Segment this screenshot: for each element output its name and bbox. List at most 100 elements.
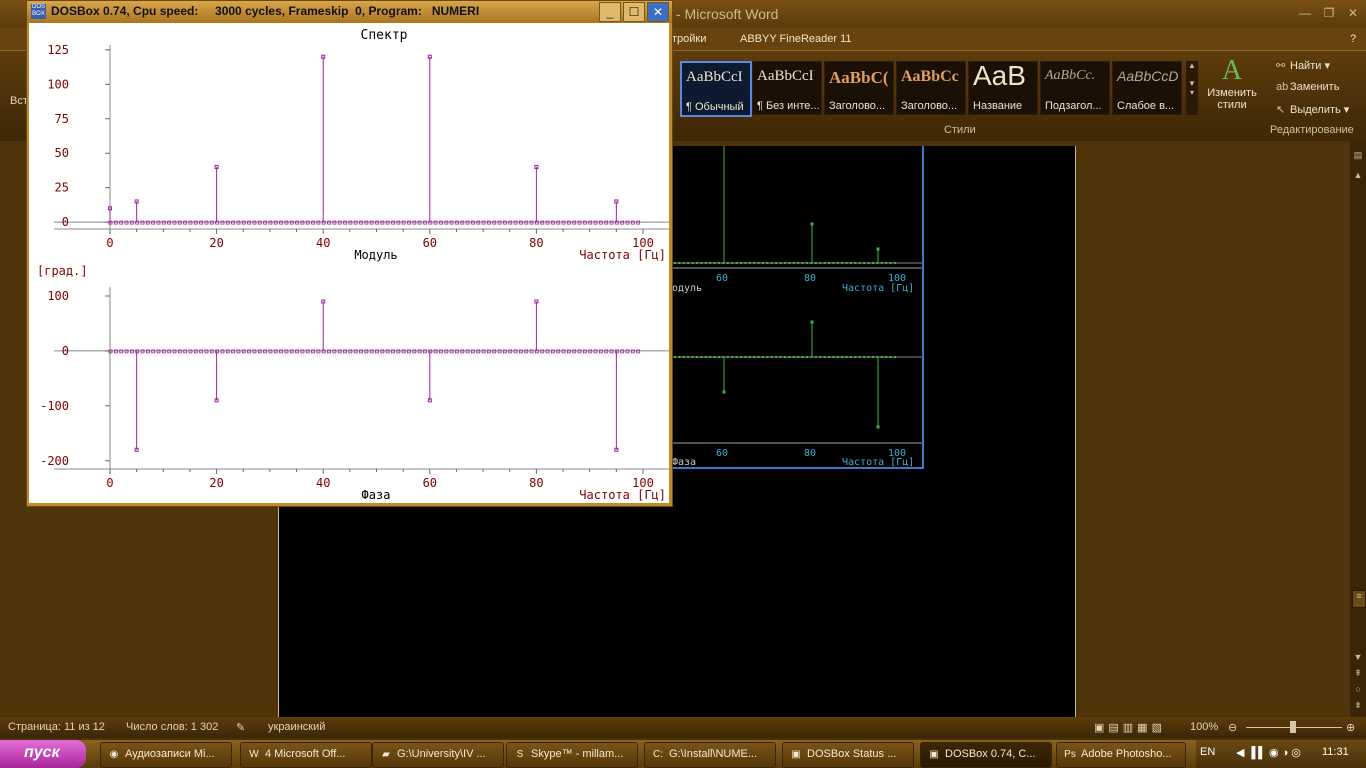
embed-baseline-dot (762, 262, 764, 264)
dosbox-title-bar[interactable]: DOS BOX DOSBox 0.74, Cpu speed: 3000 cyc… (27, 1, 672, 23)
taskbar-item[interactable]: ◉ Аудиозаписи Mi... (100, 742, 232, 768)
scroll-thumb[interactable]: ≡ (1352, 590, 1366, 608)
embed-caption-bottom: Фаза (672, 457, 696, 467)
help-icon[interactable]: ? (1350, 33, 1356, 45)
style-tile[interactable]: AaBbCc Заголово... (896, 61, 966, 115)
embed-baseline-dot (700, 262, 703, 264)
prev-page-icon[interactable]: ⇞ (1352, 668, 1364, 679)
taskbar-item[interactable]: ▰ G:\University\IV ... (372, 742, 504, 768)
zoom-level[interactable]: 100% (1190, 721, 1218, 733)
zoom-slider-thumb[interactable] (1290, 721, 1296, 733)
scroll-down-icon[interactable]: ▼ (1352, 652, 1364, 662)
tab-tools[interactable]: тройки (672, 33, 706, 45)
word-count[interactable]: Число слов: 1 302 (126, 721, 218, 733)
page-count[interactable]: Страница: 11 из 12 (8, 721, 105, 733)
embed-xtick-60: 60 (716, 273, 728, 284)
change-styles-button[interactable]: A Изменить стили (1204, 55, 1260, 121)
cursor-icon: ↖ (1276, 104, 1286, 116)
find-button[interactable]: ⚯ Найти ▾ (1276, 59, 1330, 72)
tray-icons[interactable]: ◀▐▌◉◑◎ (1236, 746, 1304, 759)
style-tile[interactable]: AaBbCcD Слабое в... (1112, 61, 1182, 115)
minimize-button[interactable]: _ (599, 2, 621, 22)
dosbox-icon[interactable]: DOS BOX (31, 4, 46, 19)
embed-baseline-dot (713, 356, 716, 358)
x-axis-label: Частота [Гц] (579, 248, 666, 262)
embed-baseline-dot (806, 356, 808, 358)
y-tick-label: 50 (55, 146, 69, 160)
replace-icon: ab (1276, 81, 1289, 93)
embed-baseline-dot (784, 356, 786, 358)
taskbar-item-label: DOSBox Status ... (807, 748, 897, 760)
close-icon[interactable]: ✕ (1344, 6, 1362, 20)
zoom-out-icon[interactable]: ⊖ (1228, 721, 1237, 734)
embed-baseline-dot (718, 262, 720, 264)
taskbar-item[interactable]: C: G:\Install\NUME... (644, 742, 776, 768)
dosbox-screen[interactable]: 0 20 40 60 80 100 0 25 50 75 100 125 Спектр Модуль Час… (29, 23, 669, 503)
start-button[interactable]: пуск (0, 740, 86, 768)
taskbar-item[interactable]: W 4 Microsoft Off... (240, 742, 372, 768)
taskbar-item[interactable]: ▣ DOSBox Status ... (782, 742, 914, 768)
style-sample: AaB (973, 61, 1026, 91)
y-tick-label: 0 (62, 215, 69, 229)
embed-baseline-dot (748, 356, 751, 358)
embed-baseline-dot (872, 356, 874, 358)
style-tile[interactable]: AaBbCc. Подзагол... (1040, 61, 1110, 115)
embed-baseline-dot (740, 356, 742, 358)
embed-baseline-dot (863, 356, 866, 358)
embed-baseline-dot (832, 356, 835, 358)
embed-xtick-80: 80 (804, 273, 816, 284)
embed-baseline-dot (691, 356, 694, 358)
view-buttons[interactable]: ▣▤▥▦▧ (1094, 721, 1166, 734)
style-tile[interactable]: AaBbCcI ¶ Обычный (680, 61, 752, 117)
maximize-button[interactable]: ☐ (623, 2, 645, 22)
language[interactable]: украинский (268, 721, 325, 733)
style-tile[interactable]: AaBbC(Заголово... (824, 61, 894, 115)
start-label: пуск (24, 744, 60, 761)
select-button[interactable]: ↖ Выделить ▾ (1276, 103, 1349, 116)
taskbar-item[interactable]: S Skype™ - millam... (506, 742, 638, 768)
ruler-toggle-icon[interactable]: ▤ (1352, 150, 1364, 161)
embed-baseline-dot (806, 262, 808, 264)
embed-baseline-dot (872, 262, 874, 264)
embed-baseline-dot (704, 356, 707, 358)
embed-baseline-dot (810, 356, 813, 358)
taskbar-item-label: 4 Microsoft Off... (265, 748, 346, 760)
x-tick-label: 20 (209, 476, 223, 490)
embed-baseline-dot (832, 262, 835, 264)
y-tick-label: 125 (47, 43, 69, 57)
minimize-icon[interactable]: — (1296, 6, 1314, 20)
zoom-in-icon[interactable]: ⊕ (1346, 721, 1355, 734)
embed-baseline-dot (753, 356, 756, 358)
replace-button[interactable]: ab Заменить (1276, 81, 1339, 93)
dosbox-title: DOSBox 0.74, Cpu speed: 3000 cycles, Fra… (51, 4, 480, 18)
embed-baseline-dot (858, 262, 861, 264)
embed-baseline-dot (687, 356, 690, 358)
embed-baseline-dot (682, 262, 685, 264)
language-indicator[interactable]: EN (1200, 746, 1215, 758)
vertical-scrollbar[interactable] (1350, 141, 1366, 717)
chart-caption: Фаза (362, 488, 391, 502)
chart-title: Спектр (361, 28, 408, 43)
embedded-figure[interactable]: 60 80 100 одуль Частота [Гц] 60 80 100 Ф… (672, 146, 924, 469)
browse-object-icon[interactable]: ○ (1352, 684, 1364, 694)
style-tile[interactable]: AaB Название (968, 61, 1038, 115)
embed-baseline-dot (885, 262, 888, 264)
maximize-icon[interactable]: ❐ (1320, 6, 1338, 20)
embed-baseline-dot (770, 356, 773, 358)
close-button[interactable]: ✕ (647, 2, 669, 22)
tab-abbyy[interactable]: ABBYY FineReader 11 (740, 33, 852, 45)
spellcheck-icon[interactable]: ✎ (236, 721, 245, 734)
scroll-up-icon[interactable]: ▲ (1352, 170, 1364, 180)
embed-baseline-dot (885, 356, 888, 358)
embed-baseline-dot (797, 262, 800, 264)
embed-baseline-dot (766, 262, 769, 264)
style-name: Заголово... (901, 100, 958, 112)
gallery-scroll[interactable]: ▲ ▼ ▾ (1186, 61, 1198, 115)
taskbar-item[interactable]: Ps Adobe Photosho... (1056, 742, 1186, 768)
embed-baseline-dot (779, 356, 782, 358)
taskbar-item[interactable]: ▣ DOSBox 0.74, C... (920, 742, 1052, 768)
next-page-icon[interactable]: ⇟ (1352, 700, 1364, 711)
y-tick-label: 100 (47, 289, 69, 303)
style-tile[interactable]: AaBbCcI ¶ Без инте... (752, 61, 822, 115)
embed-baseline-dot (775, 356, 778, 358)
